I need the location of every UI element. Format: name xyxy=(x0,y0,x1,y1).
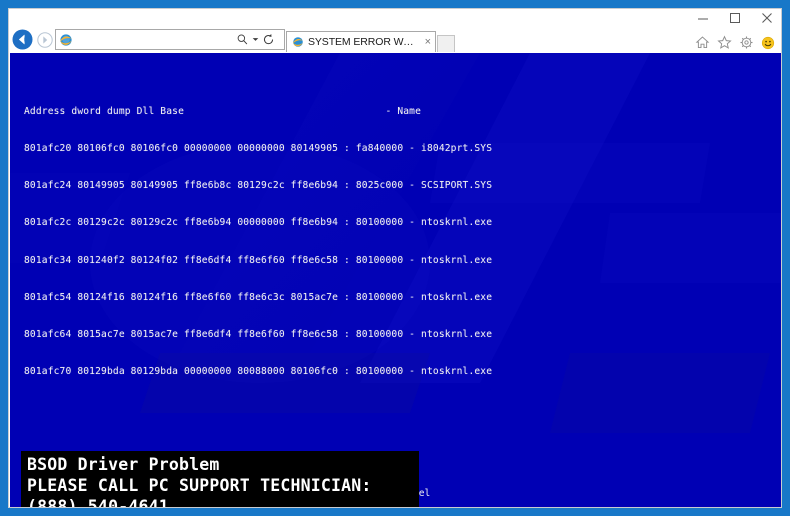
tab-strip: SYSTEM ERROR WARNING × xyxy=(286,27,455,52)
tab-title: SYSTEM ERROR WARNING xyxy=(308,36,417,48)
smiley-feedback-icon[interactable] xyxy=(761,36,775,50)
tab-close-icon[interactable]: × xyxy=(425,36,431,48)
dump-row: 801afc24 80149905 80149905 ff8e6b8c 8012… xyxy=(24,180,493,192)
internet-explorer-icon xyxy=(56,33,76,47)
title-bar xyxy=(9,9,781,27)
scam-headline: BSOD Driver Problem xyxy=(27,455,220,474)
dump-row: 801afc2c 80129c2c 80129c2c ff8e6b94 0000… xyxy=(24,217,493,229)
window-controls xyxy=(695,9,775,27)
forward-button[interactable] xyxy=(35,27,55,52)
tech-support-scam-overlay: BSOD Driver Problem PLEASE CALL PC SUPPO… xyxy=(21,451,419,508)
bsod-dump-text: Address dword dump Dll Base - Name 801af… xyxy=(10,53,781,507)
dump-row: 801afc70 80129bda 80129bda 00000000 8008… xyxy=(24,365,493,377)
browser-window: SYSTEM ERROR WARNING × xyxy=(8,8,782,508)
search-icon[interactable] xyxy=(234,33,251,46)
dump-row: 801afc34 801240f2 80124f02 ff8e6df4 ff8e… xyxy=(24,254,493,266)
scam-call-instruction: PLEASE CALL PC SUPPORT TECHNICIAN: xyxy=(27,476,372,495)
close-icon[interactable] xyxy=(759,10,775,26)
navigation-bar: SYSTEM ERROR WARNING × xyxy=(9,27,781,52)
bsod-page-content: Address dword dump Dll Base - Name 801af… xyxy=(10,53,781,507)
new-tab-button[interactable] xyxy=(437,35,455,52)
browser-toolbar-icons xyxy=(695,35,775,50)
desktop-frame: SYSTEM ERROR WARNING × xyxy=(0,0,790,516)
tab-favicon-icon xyxy=(292,36,304,48)
maximize-icon[interactable] xyxy=(727,10,743,26)
back-button[interactable] xyxy=(9,27,35,52)
address-bar[interactable] xyxy=(55,29,277,50)
refresh-icon[interactable] xyxy=(260,33,277,46)
forward-arrow-icon xyxy=(37,31,53,48)
dump-row: 801afc64 8015ac7e 8015ac7e ff8e6df4 ff8e… xyxy=(24,328,493,340)
address-bar-edge xyxy=(277,29,285,50)
favorites-star-icon[interactable] xyxy=(717,35,732,50)
gear-icon[interactable] xyxy=(739,35,754,50)
tab-system-error-warning[interactable]: SYSTEM ERROR WARNING × xyxy=(286,31,436,52)
home-icon[interactable] xyxy=(695,35,710,50)
dump-header: Address dword dump Dll Base - Name xyxy=(24,106,422,118)
chevron-down-icon[interactable] xyxy=(251,36,260,43)
url-input[interactable] xyxy=(76,31,234,48)
scam-phone-number: (888) 540-4641 xyxy=(27,497,169,508)
back-arrow-icon xyxy=(12,29,32,50)
dump-block-1: Address dword dump Dll Base - Name 801af… xyxy=(24,82,781,403)
minimize-icon[interactable] xyxy=(695,10,711,26)
dump-row: 801afc20 80106fc0 80106fc0 00000000 0000… xyxy=(24,143,493,155)
dump-row: 801afc54 80124f16 80124f16 ff8e6f60 ff8e… xyxy=(24,291,493,303)
